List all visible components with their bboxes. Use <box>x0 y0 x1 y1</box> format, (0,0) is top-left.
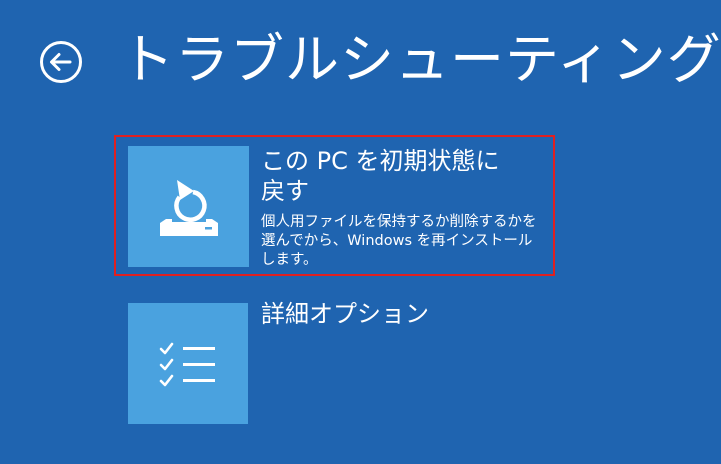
checklist-icon <box>159 342 215 387</box>
back-arrow-circle-icon <box>40 41 82 83</box>
back-button[interactable] <box>39 40 83 84</box>
header: トラブルシューティング <box>0 0 721 110</box>
advanced-options-title: 詳細オプション <box>261 300 429 328</box>
reset-pc-icon <box>160 180 218 236</box>
advanced-options-tile <box>128 303 248 424</box>
reset-pc-title-line1: この PC を初期状態に <box>261 147 500 175</box>
reset-pc-title-line2: 戻す <box>261 177 309 205</box>
advanced-options-option[interactable]: 詳細オプション <box>128 300 556 424</box>
page-title: トラブルシューティング <box>120 28 721 91</box>
reset-pc-description: 個人用ファイルを保持するか削除するかを選んでから、Windows を再インストー… <box>261 214 537 268</box>
reset-pc-title: この PC を初期状態に 戻す <box>261 146 500 206</box>
reset-pc-tile <box>128 146 249 267</box>
reset-pc-option[interactable]: この PC を初期状態に 戻す 個人用ファイルを保持するか削除するかを選んでから… <box>114 135 556 276</box>
